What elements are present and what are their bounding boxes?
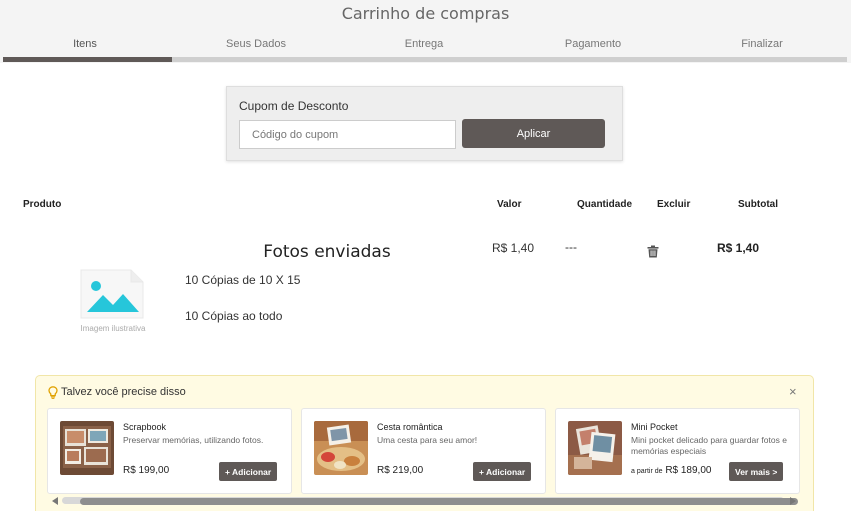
step-entrega[interactable]: Entrega	[384, 38, 464, 50]
header-product: Produto	[23, 199, 62, 210]
step-pagamento[interactable]: Pagamento	[553, 38, 633, 50]
trash-icon[interactable]	[647, 245, 659, 258]
suggestion-price: R$ 199,00	[123, 465, 170, 476]
step-itens[interactable]: Itens	[45, 38, 125, 50]
header-remove: Excluir	[657, 199, 691, 210]
suggestions-panel: Talvez você precise disso × Scrapbook Pr…	[35, 375, 814, 511]
suggestion-name: Scrapbook	[123, 422, 167, 432]
suggestion-description: Preservar memórias, utilizando fotos.	[123, 435, 264, 445]
suggestion-price: a partir de R$ 189,00	[631, 465, 711, 476]
header-quantity: Quantidade	[577, 199, 633, 210]
suggestion-card-scrapbook[interactable]: Scrapbook Preservar memórias, utilizando…	[47, 408, 292, 494]
apply-coupon-button[interactable]: Aplicar	[462, 119, 605, 148]
scrapbook-thumbnail	[60, 421, 114, 475]
suggestion-description: Uma cesta para seu amor!	[377, 435, 478, 445]
product-value: R$ 1,40	[492, 241, 535, 255]
progress-fill	[3, 57, 172, 62]
close-suggestions-button[interactable]: ×	[789, 384, 797, 399]
product-quantity: ---	[565, 240, 577, 254]
suggestions-scrollbar[interactable]	[48, 496, 804, 506]
lightbulb-icon	[48, 386, 58, 399]
coupon-label: Cupom de Desconto	[239, 99, 349, 113]
scrollbar-thumb[interactable]	[80, 498, 798, 505]
step-finalizar[interactable]: Finalizar	[722, 38, 802, 50]
cesta-thumbnail	[314, 421, 368, 475]
add-scrapbook-button[interactable]: + Adicionar	[219, 462, 278, 481]
image-caption: Imagem ilustrativa	[80, 324, 146, 333]
price-value: R$ 189,00	[665, 465, 712, 476]
suggestion-card-cesta[interactable]: Cesta romântica Uma cesta para seu amor!…	[301, 408, 546, 494]
suggestions-title: Talvez você precise disso	[61, 386, 186, 398]
coupon-input[interactable]	[239, 120, 456, 149]
progress-bar	[3, 57, 847, 62]
header-value: Valor	[497, 199, 522, 210]
product-name: Fotos enviadas	[263, 242, 391, 262]
price-prefix: a partir de	[631, 468, 663, 475]
suggestion-price: R$ 219,00	[377, 465, 424, 476]
mini-pocket-thumbnail	[568, 421, 622, 475]
product-detail-copies: 10 Cópias de 10 X 15	[185, 273, 301, 287]
suggestion-name: Mini Pocket	[631, 422, 678, 432]
product-subtotal: R$ 1,40	[717, 241, 760, 255]
scroll-right-icon[interactable]	[790, 497, 796, 505]
scroll-left-icon[interactable]	[52, 497, 58, 505]
product-detail-total: 10 Cópias ao todo	[185, 309, 283, 323]
see-more-mini-pocket-button[interactable]: Ver mais >	[729, 462, 784, 481]
page-title: Carrinho de compras	[341, 4, 510, 23]
checkout-steps: Itens Seus Dados Entrega Pagamento Final…	[3, 38, 847, 54]
cart-page: Carrinho de compras Itens Seus Dados Ent…	[0, 0, 851, 511]
product-image-placeholder-icon	[80, 269, 144, 319]
add-cesta-button[interactable]: + Adicionar	[473, 462, 532, 481]
suggestion-card-mini-pocket[interactable]: Mini Pocket Mini pocket delicado para gu…	[555, 408, 800, 494]
suggestion-name: Cesta romântica	[377, 422, 443, 432]
coupon-panel: Cupom de Desconto Aplicar	[226, 86, 623, 161]
suggestion-description: Mini pocket delicado para guardar fotos …	[631, 435, 787, 456]
step-seus-dados[interactable]: Seus Dados	[216, 38, 296, 50]
scrollbar-track[interactable]	[62, 497, 798, 505]
header-subtotal: Subtotal	[738, 199, 778, 210]
